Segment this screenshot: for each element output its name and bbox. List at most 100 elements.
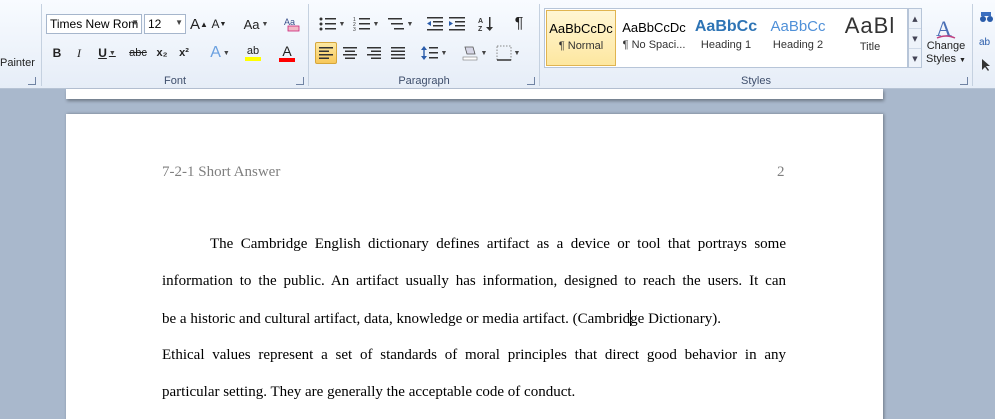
chevron-down-icon[interactable]: ▼: [175, 18, 183, 27]
borders-button[interactable]: ▼: [493, 42, 523, 64]
italic-icon: I: [77, 45, 81, 60]
align-right-icon: [367, 47, 381, 59]
bold-icon: B: [52, 46, 62, 60]
document-area[interactable]: 7-2-1 Short Answer 2 The Cambridge Engli…: [0, 89, 995, 419]
format-painter-button[interactable]: Painter: [0, 52, 38, 74]
change-case-button[interactable]: Aa ▼: [242, 13, 270, 35]
numbering-button[interactable]: 123 ▼: [351, 13, 381, 35]
line-text-before-cursor: be a historic and cultural artifact, dat…: [162, 311, 631, 327]
previous-page-edge: [66, 89, 883, 99]
multilevel-list-icon: [387, 18, 404, 30]
superscript-button[interactable]: x²: [174, 42, 194, 64]
paragraph-line[interactable]: The Cambridge English dictionary defines…: [162, 236, 786, 253]
svg-text:3: 3: [353, 27, 356, 32]
highlight-icon: ab: [246, 45, 260, 57]
text-effects-icon: A: [210, 44, 221, 61]
grow-font-button[interactable]: A ▲: [190, 13, 208, 35]
highlight-button[interactable]: ab: [238, 42, 268, 64]
paragraph-line[interactable]: be a historic and cultural artifact, dat…: [162, 310, 786, 328]
replace-button[interactable]: ab: [978, 30, 994, 52]
align-right-button[interactable]: [363, 42, 385, 64]
clipboard-dialog-launcher[interactable]: [28, 77, 36, 85]
font-name-value: Times New Rom: [50, 17, 139, 31]
multilevel-list-button[interactable]: ▼: [385, 13, 415, 35]
document-page[interactable]: 7-2-1 Short Answer 2 The Cambridge Engli…: [66, 114, 883, 419]
styles-dialog-launcher[interactable]: [960, 77, 968, 85]
underline-button[interactable]: U ▼: [94, 42, 120, 64]
styles-group-label: Styles: [741, 75, 771, 87]
underline-icon: U: [98, 46, 107, 60]
line-spacing-button[interactable]: ▼: [419, 42, 449, 64]
align-left-button[interactable]: [315, 42, 337, 64]
font-color-bar: [279, 58, 295, 62]
font-group-label: Font: [163, 75, 186, 87]
separator: [972, 4, 973, 86]
paragraph-line[interactable]: particular setting. They are generally t…: [162, 384, 786, 401]
superscript-icon: x²: [179, 47, 189, 59]
clear-formatting-button[interactable]: Aa: [282, 13, 302, 35]
decrease-indent-button[interactable]: [425, 13, 445, 35]
shading-button[interactable]: ▼: [459, 42, 489, 64]
editing-group: ab: [974, 0, 995, 89]
paragraph-group-label: Paragraph: [398, 75, 450, 87]
font-name-combo[interactable]: Times New Rom ▼: [46, 14, 142, 34]
align-center-icon: [343, 47, 357, 59]
shading-icon: [462, 46, 477, 61]
align-center-button[interactable]: [339, 42, 361, 64]
italic-button[interactable]: I: [70, 42, 88, 64]
bold-button[interactable]: B: [48, 42, 66, 64]
binoculars-icon: [980, 12, 993, 22]
strikethrough-button[interactable]: abc: [126, 42, 150, 64]
pilcrow-icon: ¶: [514, 15, 524, 32]
format-painter-label: Painter: [0, 57, 35, 69]
paragraph-group: ▼ 123 ▼ ▼ AZ ¶ ▼ ▼ ▼ Paragraph: [309, 0, 539, 89]
line-text-after-cursor: ge Dictionary).: [630, 311, 721, 327]
svg-text:ab: ab: [979, 37, 991, 48]
sort-button[interactable]: AZ: [477, 13, 497, 35]
bullets-icon: [319, 17, 336, 31]
decrease-indent-icon: [427, 17, 443, 31]
increase-indent-icon: [449, 17, 465, 31]
ribbon: Painter Times New Rom ▼ 12 ▼ A ▲ A ▼ Aa ▼ A…: [0, 0, 995, 89]
paragraph-dialog-launcher[interactable]: [527, 77, 535, 85]
font-color-button[interactable]: A: [272, 42, 302, 64]
page-number: 2: [777, 164, 785, 180]
line-spacing-icon: [420, 46, 438, 60]
subscript-icon: x₂: [156, 47, 168, 59]
chevron-down-icon[interactable]: ▼: [131, 18, 139, 27]
shrink-font-icon: A: [211, 17, 220, 31]
clear-formatting-icon: Aa: [284, 17, 300, 32]
font-group: Times New Rom ▼ 12 ▼ A▲ A▼ Aa▼ Aa B I: [42, 0, 308, 89]
justify-icon: [391, 47, 405, 59]
change-case-icon: Aa: [243, 16, 260, 32]
svg-text:A: A: [478, 18, 483, 25]
show-hide-button[interactable]: ¶: [509, 13, 529, 35]
font-dialog-launcher[interactable]: [296, 77, 304, 85]
borders-icon: [496, 45, 512, 61]
select-icon: [982, 59, 990, 71]
paragraph-line[interactable]: Ethical values represent a set of standa…: [162, 347, 786, 364]
styles-group: Styles: [540, 0, 972, 89]
strikethrough-icon: abc: [129, 47, 147, 59]
highlight-color-bar: [245, 57, 261, 61]
text-effects-button[interactable]: A ▼: [206, 42, 234, 64]
justify-button[interactable]: [387, 42, 409, 64]
subscript-button[interactable]: x₂: [152, 42, 172, 64]
shrink-font-button[interactable]: A ▼: [210, 13, 228, 35]
page-header-title: 7-2-1 Short Answer: [162, 164, 281, 180]
numbering-icon: 123: [353, 17, 370, 32]
font-size-combo[interactable]: 12 ▼: [144, 14, 186, 34]
clipboard-group: Painter: [0, 0, 40, 89]
bullets-button[interactable]: ▼: [317, 13, 347, 35]
replace-icon: ab: [979, 37, 991, 48]
paragraph-line[interactable]: information to the public. An artifact u…: [162, 273, 786, 290]
find-button[interactable]: [978, 6, 994, 28]
font-color-icon: A: [282, 43, 292, 59]
svg-text:Z: Z: [478, 26, 483, 32]
font-size-value: 12: [148, 17, 162, 31]
increase-indent-button[interactable]: [447, 13, 467, 35]
grow-font-icon: A: [190, 15, 201, 33]
svg-text:Aa: Aa: [284, 17, 295, 27]
align-left-icon: [319, 47, 333, 59]
select-button[interactable]: [978, 54, 994, 76]
